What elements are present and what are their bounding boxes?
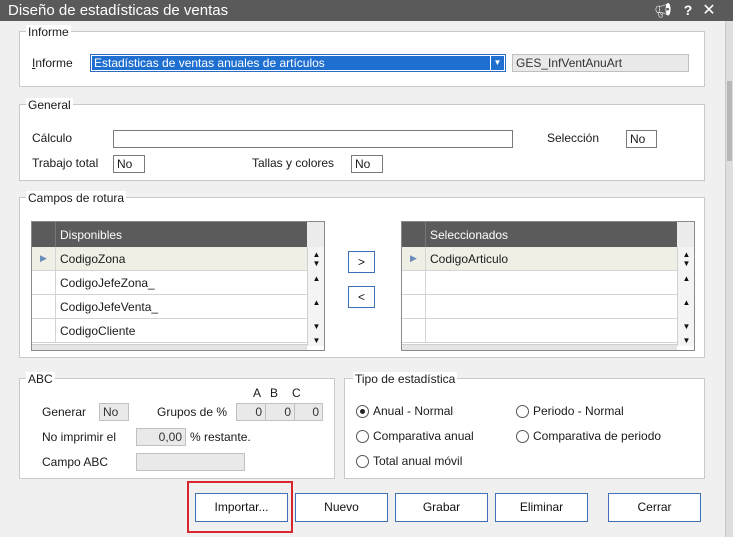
informe-group-label: Informe — [26, 25, 71, 39]
informe-label: Informe — [32, 56, 73, 70]
disponibles-grid[interactable]: Disponibles ▶ CodigoZona CodigoJefeZona_… — [31, 221, 325, 351]
campos-rotura-group-label: Campos de rotura — [26, 191, 127, 205]
table-row[interactable]: CodigoCliente — [32, 319, 307, 343]
table-row[interactable]: ▶ CodigoZona — [32, 247, 307, 271]
scroll-down-icon[interactable]: ▼ — [678, 322, 694, 332]
scroll-up-icon[interactable]: ▲ — [678, 274, 694, 284]
nuevo-button[interactable]: Nuevo — [295, 493, 388, 522]
disponibles-header: Disponibles — [60, 228, 123, 242]
cerrar-button[interactable]: Cerrar — [608, 493, 701, 522]
row-pointer-icon: ▶ — [32, 247, 56, 270]
table-row[interactable]: CodigoJefeVenta_ — [32, 295, 307, 319]
scroll-down-icon[interactable]: ▼ — [678, 259, 694, 269]
radio-total-anual-movil[interactable] — [356, 455, 369, 468]
grid-header: Seleccionados — [402, 222, 677, 247]
restante-label: % restante. — [190, 430, 251, 444]
informe-select[interactable]: Estadísticas de ventas anuales de artícu… — [90, 54, 506, 72]
calculo-input[interactable] — [113, 130, 513, 148]
no-imprimir-label: No imprimir el — [42, 430, 117, 444]
disponibles-hscroll[interactable] — [32, 344, 307, 350]
abc-col-b-label: B — [270, 386, 279, 400]
comparativa-periodo-label[interactable]: Comparativa de periodo — [533, 429, 661, 443]
total-anual-movil-label[interactable]: Total anual móvil — [373, 454, 462, 468]
grabar-button[interactable]: Grabar — [395, 493, 488, 522]
grupo-a-field: 0 — [236, 403, 266, 421]
tallas-colores-field[interactable]: No — [351, 155, 383, 173]
abc-col-c-label: C — [292, 386, 301, 400]
remove-field-button[interactable]: < — [348, 286, 375, 308]
scroll-down-icon[interactable]: ▼ — [308, 259, 324, 269]
help-icon[interactable]: ? — [679, 1, 697, 20]
title-bar: Diseño de estadísticas de ventas 📢︎ ? ✕ — [0, 0, 733, 21]
seleccionados-header: Seleccionados — [430, 228, 509, 242]
campo-abc-field — [136, 453, 245, 471]
campo-abc-label: Campo ABC — [42, 455, 109, 469]
tipo-estadistica-group-label: Tipo de estadística — [353, 372, 458, 386]
scroll-down-icon[interactable]: ▼ — [678, 336, 694, 346]
importar-button[interactable]: Importar... — [195, 493, 288, 522]
window-scrollbar[interactable] — [725, 21, 733, 537]
radio-anual-normal[interactable] — [356, 405, 369, 418]
seleccionados-vscroll[interactable]: ▲ ▼ ▲ ▲ ▼ ▼ — [677, 247, 694, 346]
trabajo-total-field[interactable]: No — [113, 155, 145, 173]
scroll-up-icon[interactable]: ▲ — [308, 274, 324, 284]
seleccionados-hscroll[interactable] — [402, 344, 677, 350]
table-row[interactable] — [402, 295, 677, 319]
table-row[interactable] — [402, 319, 677, 343]
table-row[interactable]: CodigoJefeZona_ — [32, 271, 307, 295]
grupo-c-field: 0 — [294, 403, 323, 421]
table-row[interactable]: ▶ CodigoArticulo — [402, 247, 677, 271]
anual-normal-label[interactable]: Anual - Normal — [373, 404, 453, 418]
abc-col-a-label: A — [253, 386, 262, 400]
eliminar-button[interactable]: Eliminar — [495, 493, 588, 522]
seleccionados-grid[interactable]: Seleccionados ▶ CodigoArticulo ▲ ▼ ▲ ▲ ▼… — [401, 221, 695, 351]
trabajo-total-label: Trabajo total — [32, 156, 99, 170]
scrollbar-thumb[interactable] — [727, 81, 732, 161]
scroll-down-icon[interactable]: ▼ — [308, 336, 324, 346]
radio-comparativa-anual[interactable] — [356, 430, 369, 443]
informe-code-field: GES_InfVentAnuArt — [512, 54, 689, 72]
periodo-normal-label[interactable]: Periodo - Normal — [533, 404, 624, 418]
megaphone-icon[interactable]: 📢︎ — [654, 1, 672, 20]
table-row[interactable] — [402, 271, 677, 295]
comparativa-anual-label[interactable]: Comparativa anual — [373, 429, 474, 443]
informe-select-value: Estadísticas de ventas anuales de artícu… — [92, 56, 490, 70]
tallas-colores-label: Tallas y colores — [252, 156, 335, 170]
abc-group-label: ABC — [26, 372, 55, 386]
radio-comparativa-periodo[interactable] — [516, 430, 529, 443]
general-group-label: General — [26, 98, 73, 112]
disponibles-vscroll[interactable]: ▲ ▼ ▲ ▲ ▼ ▼ — [307, 247, 324, 346]
chevron-down-icon[interactable]: ▼ — [491, 56, 504, 70]
grupos-label: Grupos de % — [157, 405, 228, 419]
row-pointer-icon: ▶ — [402, 247, 426, 270]
radio-periodo-normal[interactable] — [516, 405, 529, 418]
window-title: Diseño de estadísticas de ventas — [8, 2, 229, 19]
calculo-label: Cálculo — [32, 131, 73, 145]
scroll-up-icon[interactable]: ▲ — [308, 298, 324, 308]
add-field-button[interactable]: > — [348, 251, 375, 273]
grupo-b-field: 0 — [265, 403, 295, 421]
seleccion-label: Selección — [547, 131, 600, 145]
close-icon[interactable]: ✕ — [700, 1, 718, 20]
seleccion-field[interactable]: No — [626, 130, 657, 148]
generar-field: No — [99, 403, 129, 421]
generar-label: Generar — [42, 405, 87, 419]
scroll-down-icon[interactable]: ▼ — [308, 322, 324, 332]
grid-header: Disponibles — [32, 222, 307, 247]
scroll-up-icon[interactable]: ▲ — [678, 298, 694, 308]
no-imprimir-field: 0,00 — [136, 428, 186, 446]
